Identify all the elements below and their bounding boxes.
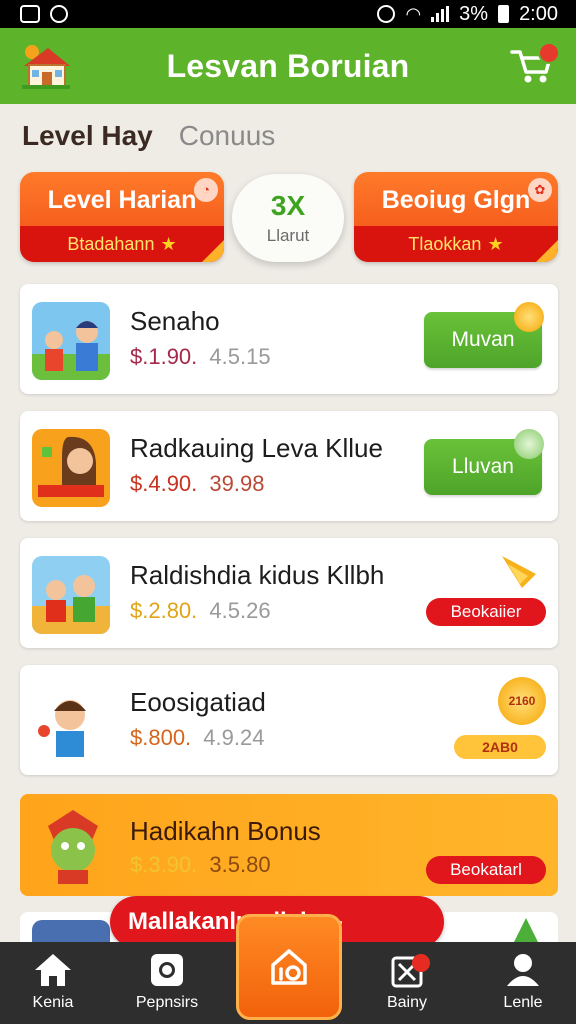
- product-name: Raldishdia kidus Kllbh: [130, 560, 385, 590]
- product-prices: $.2.80. 4.5.26: [130, 598, 271, 624]
- nav-label: Pepnsirs: [135, 994, 199, 1011]
- discount-badge: 2160: [498, 677, 546, 725]
- clock-icon: ◔: [194, 178, 218, 202]
- camera-icon: [151, 954, 183, 986]
- product-old-price: 4.5.26: [209, 598, 271, 623]
- product-card[interactable]: Radkauing Leva Kllue $.4.90. 39.98 Lluva…: [20, 411, 558, 521]
- nav-item-home[interactable]: Kenia: [8, 952, 98, 1012]
- tab-conuus[interactable]: Conuus: [179, 120, 276, 152]
- promo-left-strip: Btadahann ★: [20, 226, 224, 262]
- family-illustration-icon: [32, 302, 110, 380]
- product-name: Senaho: [130, 306, 220, 336]
- product-name: Eoosigatiad: [130, 687, 266, 717]
- product-prices: $.4.90. 39.98: [130, 471, 264, 497]
- status-bar: ◠ 3% 2:00: [0, 0, 576, 28]
- promo-right-subtitle: Tlaokkan: [408, 233, 482, 254]
- product-action-button[interactable]: Beokaiier: [426, 598, 546, 626]
- tab-bar: Level Hay Conuus: [22, 120, 275, 152]
- nav-label: Lenle: [503, 994, 543, 1011]
- bonus-action-button[interactable]: Beokatarl: [426, 856, 546, 884]
- product-old-price: 39.98: [209, 471, 265, 496]
- nav-item-bainy[interactable]: Bainy: [362, 952, 452, 1012]
- product-thumbnail: [32, 302, 110, 380]
- wifi-icon: ◠: [405, 3, 422, 24]
- app-notification-icon: [50, 5, 68, 23]
- promo-card-right[interactable]: Beoiug Glgn ✿ Tlaokkan ★: [354, 172, 558, 262]
- nav-item-profile[interactable]: Lenle: [478, 952, 568, 1012]
- battery-percent: 3%: [459, 2, 489, 25]
- product-old-price: 4.9.24: [203, 725, 265, 750]
- kids-illustration-icon: [32, 556, 110, 634]
- sparkle-icon: [514, 302, 544, 332]
- battery-icon: [498, 5, 510, 23]
- shop-bag-icon: [271, 949, 307, 985]
- bonus-name: Hadikahn Bonus: [130, 816, 321, 846]
- app-header: Lesvan Boruian: [0, 28, 576, 104]
- nav-item-deposits[interactable]: Pepnsirs: [122, 952, 212, 1012]
- tag-icon: [514, 429, 544, 459]
- corner-curl: [202, 240, 224, 262]
- product-name: Radkauing Leva Kllue: [130, 433, 383, 463]
- tab-level-hay[interactable]: Level Hay: [22, 120, 153, 152]
- product-price: $.1.90.: [130, 344, 198, 369]
- page-title: Lesvan Boruian: [166, 47, 410, 84]
- product-thumbnail: [32, 556, 110, 634]
- product-card[interactable]: Senaho $.1.90. 4.5.15 Muvan: [20, 284, 558, 394]
- product-price: $.4.90.: [130, 471, 198, 496]
- nav-label: Kenia: [32, 994, 74, 1011]
- product-thumbnail: [32, 429, 110, 507]
- notification-icon: [20, 5, 40, 23]
- boy-illustration-icon: [32, 683, 110, 761]
- bonus-card[interactable]: Hadikahn Bonus $.3.90. 3.5.80 Beokatarl: [20, 794, 558, 896]
- promo-card-left[interactable]: Level Harian ◔ Btadahann ★: [20, 172, 224, 262]
- star-icon: ★: [160, 233, 177, 254]
- center-action-button[interactable]: [236, 914, 342, 1020]
- promo-left-subtitle: Btadahann: [67, 233, 155, 254]
- product-card[interactable]: Raldishdia kidus Kllbh $.2.80. 4.5.26 Be…: [20, 538, 558, 648]
- multiplier-value: 3X: [270, 190, 306, 221]
- product-card[interactable]: Eoosigatiad $.800. 4.9.24 2160 2AB0: [20, 665, 558, 775]
- profile-icon: [507, 954, 539, 986]
- multiplier-label: Llarut: [266, 226, 310, 245]
- product-price: $.2.80.: [130, 598, 198, 623]
- product-price: $.800.: [130, 725, 192, 750]
- product-prices: $.1.90. 4.5.15: [130, 344, 271, 370]
- product-old-price: 4.5.15: [209, 344, 271, 369]
- mascot-icon: [48, 810, 98, 884]
- multiplier-badge[interactable]: 3X Llarut: [232, 174, 344, 262]
- bonus-prices: $.3.90. 3.5.80: [130, 852, 271, 878]
- home-icon: [35, 954, 71, 986]
- coin-badge[interactable]: 2AB0: [454, 735, 546, 759]
- sync-icon: [377, 5, 396, 23]
- nav-label: Bainy: [386, 994, 428, 1011]
- product-prices: $.800. 4.9.24: [130, 725, 264, 751]
- home-logo-icon[interactable]: [20, 42, 72, 90]
- gift-icon: ✿: [528, 178, 552, 202]
- notification-badge: [412, 954, 430, 972]
- clock: 2:00: [519, 2, 558, 25]
- bonus-price: $.3.90.: [130, 852, 198, 877]
- star-icon: ★: [487, 233, 504, 254]
- girl-illustration-icon: [32, 429, 110, 507]
- cart-badge: [538, 42, 560, 64]
- promo-right-strip: Tlaokkan ★: [354, 226, 558, 262]
- product-thumbnail: [32, 683, 110, 761]
- signal-icon: [431, 6, 450, 22]
- megaphone-icon: [502, 556, 536, 588]
- bonus-old-price: 3.5.80: [209, 852, 271, 877]
- corner-curl: [536, 240, 558, 262]
